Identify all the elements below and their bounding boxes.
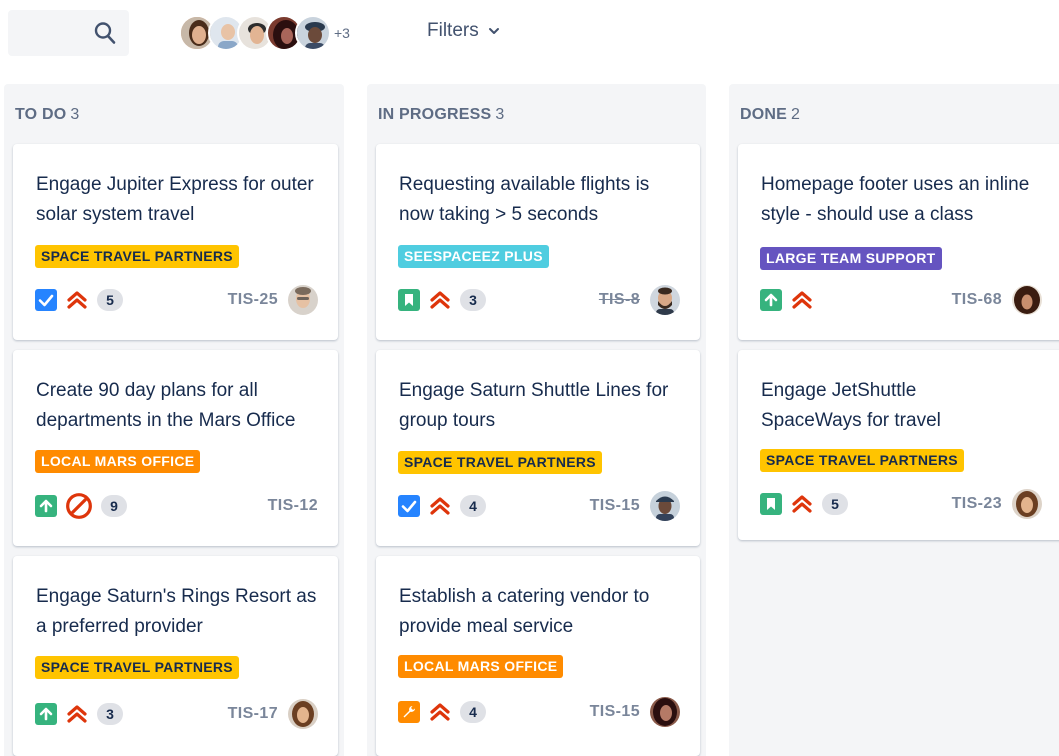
search-icon[interactable] [92,20,118,46]
card-title: Homepage footer uses an inline style - s… [761,174,1030,225]
improvement-icon [35,495,57,517]
estimate-badge: 4 [460,701,486,723]
assignee-avatar[interactable] [650,285,680,315]
card-title: Engage Jupiter Express for outer solar s… [36,174,314,225]
epic-label[interactable]: SPACE TRAVEL PARTNERS [398,451,602,474]
priority-highest-icon [792,291,812,309]
issue-key[interactable]: TIS-8 [599,291,640,309]
more-avatars-count[interactable]: +3 [334,25,350,41]
card-meta: 3 TIS-8 [398,285,680,315]
assignee-filter-avatars: +3 [179,14,350,52]
priority-highest-icon [430,497,450,515]
card-title: Create 90 day plans for all departments … [36,380,296,431]
epic-label[interactable]: SPACE TRAVEL PARTNERS [760,449,964,472]
column-header: DONE 2 [740,106,800,124]
card-meta: TIS-68 [760,285,1042,315]
subtask-wrench-icon [398,701,420,723]
priority-highest-icon [792,495,812,513]
assignee-avatar[interactable] [650,697,680,727]
column-header: TO DO 3 [15,106,79,124]
estimate-badge: 3 [460,289,486,311]
column-title: TO DO [15,106,67,123]
improvement-icon [760,289,782,311]
priority-highest-icon [430,291,450,309]
column-count: 3 [70,106,80,123]
issue-key[interactable]: TIS-15 [590,703,640,721]
card-meta: 4 TIS-15 [398,697,680,727]
search-input[interactable] [8,10,129,56]
issue-card[interactable]: Engage Jupiter Express for outer solar s… [13,144,338,340]
estimate-badge: 5 [97,289,123,311]
issue-key[interactable]: TIS-68 [952,291,1002,309]
assignee-avatar[interactable] [288,699,318,729]
chevron-down-icon [488,28,499,34]
issue-card[interactable]: Homepage footer uses an inline style - s… [738,144,1059,340]
column-done: DONE 2 Homepage footer uses an inline sty… [729,84,1059,756]
card-meta: 5 TIS-25 [35,285,318,315]
story-icon [760,493,782,515]
blocker-icon [66,493,92,519]
story-icon [398,289,420,311]
estimate-badge: 9 [101,495,127,517]
issue-card[interactable]: Engage Saturn's Rings Resort as a prefer… [13,556,338,756]
estimate-badge: 5 [822,493,848,515]
assignee-avatar[interactable] [1012,489,1042,519]
priority-highest-icon [67,291,87,309]
epic-label[interactable]: LOCAL MARS OFFICE [398,655,564,678]
column-title: IN PROGRESS [378,106,492,123]
task-icon [35,289,57,311]
issue-card[interactable]: Engage Saturn Shuttle Lines for group to… [376,350,700,546]
issue-card[interactable]: Requesting available flights is now taki… [376,144,700,340]
card-title: Establish a catering vendor to provide m… [399,586,650,637]
priority-highest-icon [430,703,450,721]
epic-label[interactable]: LOCAL MARS OFFICE [35,450,201,473]
card-title: Engage Saturn Shuttle Lines for group to… [399,380,669,431]
epic-label[interactable]: SPACE TRAVEL PARTNERS [35,245,239,268]
column-todo: TO DO 3 Engage Jupiter Express for outer … [4,84,344,756]
epic-label[interactable]: SPACE TRAVEL PARTNERS [35,656,239,679]
issue-card[interactable]: Engage JetShuttle SpaceWays for travel S… [738,350,1059,540]
issue-key[interactable]: TIS-17 [228,705,278,723]
assignee-avatar[interactable] [1012,285,1042,315]
column-in-progress: IN PROGRESS 3 Requesting available flight… [367,84,706,756]
card-title: Requesting available flights is now taki… [399,174,650,225]
avatar[interactable] [295,15,331,51]
filters-label: Filters [427,20,479,41]
issue-card[interactable]: Create 90 day plans for all departments … [13,350,338,546]
epic-label[interactable]: SEESPACEEZ PLUS [398,245,549,268]
column-title: DONE [740,106,788,123]
card-meta: 4 TIS-15 [398,491,680,521]
card-title: Engage Saturn's Rings Resort as a prefer… [36,586,317,637]
assignee-avatar[interactable] [650,491,680,521]
issue-key[interactable]: TIS-12 [268,497,318,515]
filters-dropdown[interactable]: Filters [427,20,501,42]
card-title: Engage JetShuttle SpaceWays for travel [761,380,941,431]
task-icon [398,495,420,517]
column-count: 2 [791,106,801,123]
improvement-icon [35,703,57,725]
column-header: IN PROGRESS 3 [378,106,504,124]
estimate-badge: 4 [460,495,486,517]
priority-highest-icon [67,705,87,723]
issue-key[interactable]: TIS-25 [228,291,278,309]
epic-label[interactable]: LARGE TEAM SUPPORT [760,247,942,270]
issue-key[interactable]: TIS-15 [590,497,640,515]
estimate-badge: 3 [97,703,123,725]
card-meta: 5 TIS-23 [760,489,1042,519]
column-count: 3 [495,106,505,123]
issue-card[interactable]: Establish a catering vendor to provide m… [376,556,700,756]
issue-key[interactable]: TIS-23 [952,495,1002,513]
assignee-avatar[interactable] [288,285,318,315]
card-meta: 3 TIS-17 [35,699,318,729]
card-meta: 9 TIS-12 [35,491,318,521]
